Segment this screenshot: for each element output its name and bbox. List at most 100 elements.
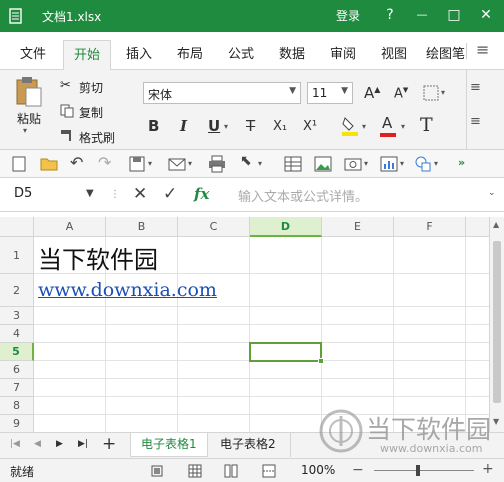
tab-formulas[interactable]: 公式 bbox=[228, 43, 254, 62]
column-header[interactable]: B bbox=[106, 217, 178, 237]
scroll-up-icon[interactable]: ▲ bbox=[493, 220, 499, 229]
minimize-button[interactable]: — bbox=[406, 0, 438, 32]
row-header[interactable]: 1 bbox=[0, 237, 34, 274]
maximize-button[interactable]: □ bbox=[438, 0, 470, 32]
tab-review[interactable]: 审阅 bbox=[330, 43, 356, 62]
formula-expand-icon[interactable]: ⌄ bbox=[488, 188, 496, 198]
undo-icon[interactable]: ↶ bbox=[70, 153, 88, 172]
format-painter-icon[interactable] bbox=[60, 128, 74, 142]
chart-dropdown-icon[interactable]: ▾ bbox=[400, 159, 404, 168]
next-sheet-icon[interactable]: ▶ bbox=[56, 439, 63, 449]
pointer-dropdown-icon[interactable]: ▾ bbox=[258, 159, 262, 168]
screenshot-dropdown-icon[interactable]: ▾ bbox=[364, 159, 368, 168]
email-dropdown-icon[interactable]: ▾ bbox=[188, 159, 192, 168]
underline-dropdown-icon[interactable]: ▾ bbox=[224, 122, 228, 131]
sheet-tab-2[interactable]: 电子表格2 bbox=[210, 433, 286, 457]
bold-button[interactable]: B bbox=[148, 117, 159, 135]
chart-icon[interactable] bbox=[380, 155, 398, 173]
zoom-in-icon[interactable]: + bbox=[482, 461, 494, 477]
last-sheet-icon[interactable]: ▶| bbox=[78, 439, 88, 449]
fill-color-dropdown-icon[interactable]: ▾ bbox=[362, 122, 366, 131]
align-left-icon[interactable]: ≡ bbox=[470, 114, 481, 129]
add-sheet-button[interactable]: + bbox=[102, 434, 116, 454]
superscript-button[interactable]: X¹ bbox=[303, 119, 317, 134]
select-all-corner[interactable] bbox=[0, 217, 34, 237]
save-icon[interactable] bbox=[128, 155, 146, 173]
zoom-out-icon[interactable]: − bbox=[352, 462, 364, 478]
row-header[interactable]: 7 bbox=[0, 379, 34, 397]
tab-file[interactable]: 文件 bbox=[20, 43, 46, 62]
row-header-active[interactable]: 5 bbox=[0, 343, 34, 361]
tab-draw[interactable]: 绘图笔 bbox=[426, 43, 465, 62]
tab-home[interactable]: 开始 bbox=[63, 40, 112, 71]
shapes-dropdown-icon[interactable]: ▾ bbox=[434, 159, 438, 168]
strikethrough-button[interactable]: T bbox=[246, 117, 255, 135]
cell-a1[interactable]: 当下软件园 bbox=[38, 240, 158, 275]
font-color-button[interactable]: A bbox=[382, 114, 392, 132]
cancel-entry-icon[interactable]: ✕ bbox=[133, 184, 147, 204]
help-button[interactable]: ? bbox=[374, 0, 406, 32]
print-icon[interactable] bbox=[208, 155, 226, 173]
spreadsheet-grid[interactable]: A B C D E F 1 2 3 4 5 6 7 8 9 10 当下软件园 w… bbox=[0, 217, 489, 432]
font-name-select[interactable]: 宋体 ▼ bbox=[143, 82, 301, 104]
tab-data[interactable]: 数据 bbox=[279, 43, 305, 62]
formula-input[interactable]: 输入文本或公式详情。 bbox=[238, 186, 368, 205]
paste-label[interactable]: 粘贴 bbox=[17, 110, 41, 127]
scroll-down-icon[interactable]: ▼ bbox=[493, 417, 499, 426]
first-sheet-icon[interactable]: |◀ bbox=[10, 439, 20, 449]
overflow-chevron-icon[interactable]: » bbox=[458, 156, 465, 169]
borders-dropdown-icon[interactable]: ▾ bbox=[441, 88, 445, 97]
zoom-level[interactable]: 100% bbox=[301, 463, 335, 477]
email-icon[interactable] bbox=[168, 155, 186, 173]
normal-view-icon[interactable] bbox=[188, 464, 202, 478]
paste-dropdown-icon[interactable]: ▾ bbox=[23, 126, 27, 135]
ribbon-menu-icon[interactable]: ≡ bbox=[476, 40, 489, 59]
underline-button[interactable]: U bbox=[208, 117, 220, 135]
zoom-slider-track[interactable] bbox=[374, 470, 474, 471]
shrink-font-button[interactable]: A▼ bbox=[394, 86, 408, 101]
row-header[interactable]: 2 bbox=[0, 274, 34, 307]
login-link[interactable]: 登录 bbox=[336, 7, 360, 24]
copy-button[interactable]: 复制 bbox=[79, 104, 103, 121]
picture-icon[interactable] bbox=[314, 155, 332, 173]
name-box-dropdown-icon[interactable]: ▼ bbox=[86, 188, 94, 199]
name-box[interactable]: D5 bbox=[14, 186, 32, 201]
grow-font-button[interactable]: A▲ bbox=[364, 84, 380, 102]
column-header[interactable]: A bbox=[34, 217, 106, 237]
row-header[interactable]: 8 bbox=[0, 397, 34, 415]
scissors-icon[interactable]: ✂ bbox=[60, 78, 71, 93]
column-header-active[interactable]: D bbox=[250, 217, 322, 237]
tab-insert[interactable]: 插入 bbox=[126, 43, 152, 62]
row-header[interactable]: 9 bbox=[0, 415, 34, 432]
font-size-select[interactable]: 11 ▼ bbox=[307, 82, 353, 104]
page-layout-icon[interactable] bbox=[224, 464, 238, 478]
paste-icon[interactable] bbox=[14, 76, 44, 108]
table-icon[interactable] bbox=[284, 155, 302, 173]
scroll-thumb[interactable] bbox=[493, 241, 501, 403]
sheet-tab-1[interactable]: 电子表格1 bbox=[130, 433, 208, 457]
copy-icon[interactable] bbox=[60, 104, 74, 118]
active-cell-d5[interactable] bbox=[249, 342, 324, 364]
tab-layout[interactable]: 布局 bbox=[177, 43, 203, 62]
close-button[interactable]: ✕ bbox=[470, 0, 502, 32]
zoom-slider-thumb[interactable] bbox=[416, 465, 420, 476]
save-dropdown-icon[interactable]: ▾ bbox=[148, 159, 152, 168]
fill-handle[interactable] bbox=[318, 358, 324, 364]
select-pointer-icon[interactable]: ⬉ bbox=[240, 153, 258, 171]
fill-color-icon[interactable] bbox=[341, 116, 359, 136]
redo-icon[interactable]: ↷ bbox=[98, 153, 116, 172]
new-document-icon[interactable] bbox=[10, 155, 28, 173]
prev-sheet-icon[interactable]: ◀ bbox=[34, 439, 41, 449]
page-break-icon[interactable] bbox=[262, 464, 276, 478]
format-painter-button[interactable]: 格式刷 bbox=[79, 129, 115, 146]
vertical-scrollbar[interactable]: ▲ ▼ bbox=[489, 217, 504, 432]
shapes-icon[interactable] bbox=[414, 155, 432, 173]
borders-icon[interactable] bbox=[423, 85, 439, 101]
cut-button[interactable]: 剪切 bbox=[79, 79, 103, 96]
open-folder-icon[interactable] bbox=[40, 155, 58, 173]
row-header[interactable]: 6 bbox=[0, 361, 34, 379]
column-header[interactable]: F bbox=[394, 217, 466, 237]
fit-page-icon[interactable] bbox=[150, 464, 164, 478]
subscript-button[interactable]: X₁ bbox=[273, 119, 287, 134]
font-color-dropdown-icon[interactable]: ▾ bbox=[401, 122, 405, 131]
